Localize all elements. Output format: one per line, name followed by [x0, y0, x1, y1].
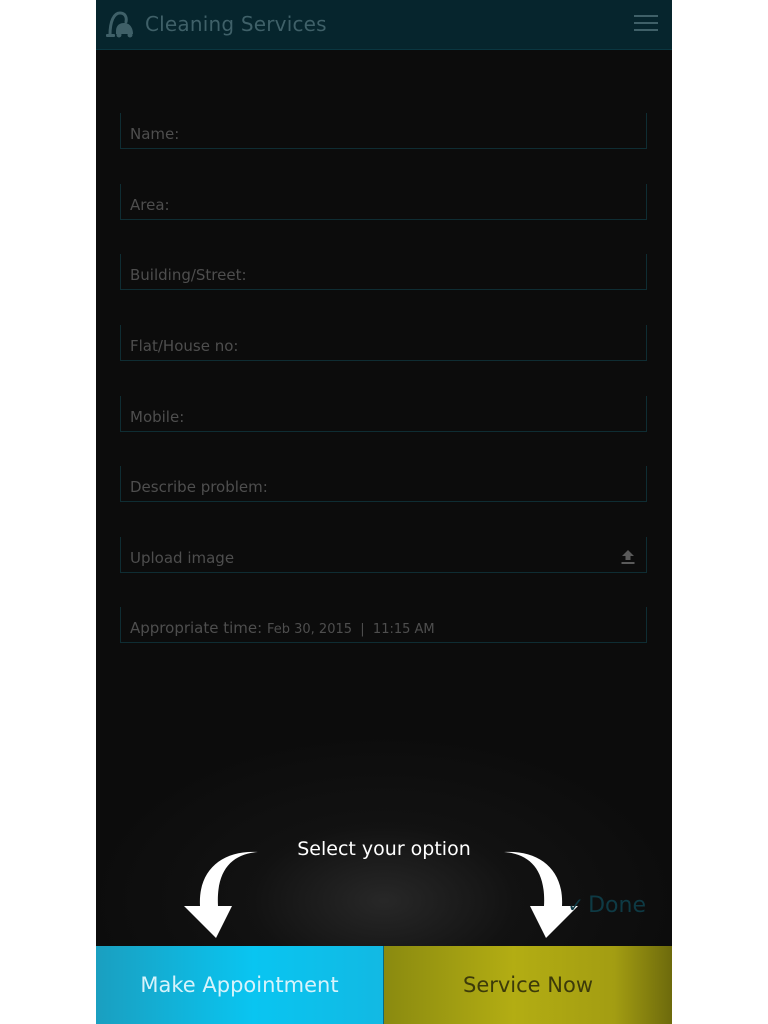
describe-problem-field[interactable]: Describe problem: [120, 466, 647, 502]
mobile-field[interactable]: Mobile: [120, 396, 647, 432]
building-street-field[interactable]: Building/Street: [120, 254, 647, 290]
hamburger-menu-icon[interactable] [634, 14, 660, 34]
done-label: Done [588, 893, 646, 918]
name-field-label: Name: [130, 125, 180, 143]
mobile-field-label: Mobile: [130, 408, 185, 426]
left-curved-arrow-icon [184, 851, 258, 938]
describe-problem-field-label: Describe problem: [130, 478, 268, 496]
appropriate-time-field-label: Appropriate time: Feb 30, 2015 | 11:15 A… [130, 619, 435, 637]
flat-house-field-label: Flat/House no: [130, 337, 239, 355]
done-button[interactable]: ✓ Done [567, 893, 646, 918]
building-street-field-label: Building/Street: [130, 266, 247, 284]
area-field[interactable]: Area: [120, 184, 647, 220]
app-screen: Cleaning Services Name: Area: Building/S… [96, 0, 672, 1024]
upload-icon[interactable] [620, 549, 636, 565]
service-now-label: Service Now [462, 973, 594, 997]
make-appointment-button[interactable]: Make Appointment [96, 946, 384, 1024]
vacuum-cleaner-icon [106, 11, 133, 38]
area-field-label: Area: [130, 196, 170, 214]
app-title: Cleaning Services [145, 12, 327, 36]
appropriate-time-value: Feb 30, 2015 | 11:15 AM [266, 622, 435, 637]
name-field[interactable]: Name: [120, 113, 647, 149]
flat-house-field[interactable]: Flat/House no: [120, 325, 647, 361]
appropriate-time-field[interactable]: Appropriate time: Feb 30, 2015 | 11:15 A… [120, 607, 647, 643]
app-bar: Cleaning Services [96, 0, 672, 50]
upload-image-field[interactable]: Upload image [120, 537, 647, 573]
checkmark-icon: ✓ [567, 893, 585, 917]
appropriate-time-label: Appropriate time: [130, 619, 263, 637]
upload-image-field-label: Upload image [130, 549, 235, 567]
service-now-button[interactable]: Service Now [384, 946, 672, 1024]
make-appointment-label: Make Appointment [140, 973, 339, 997]
